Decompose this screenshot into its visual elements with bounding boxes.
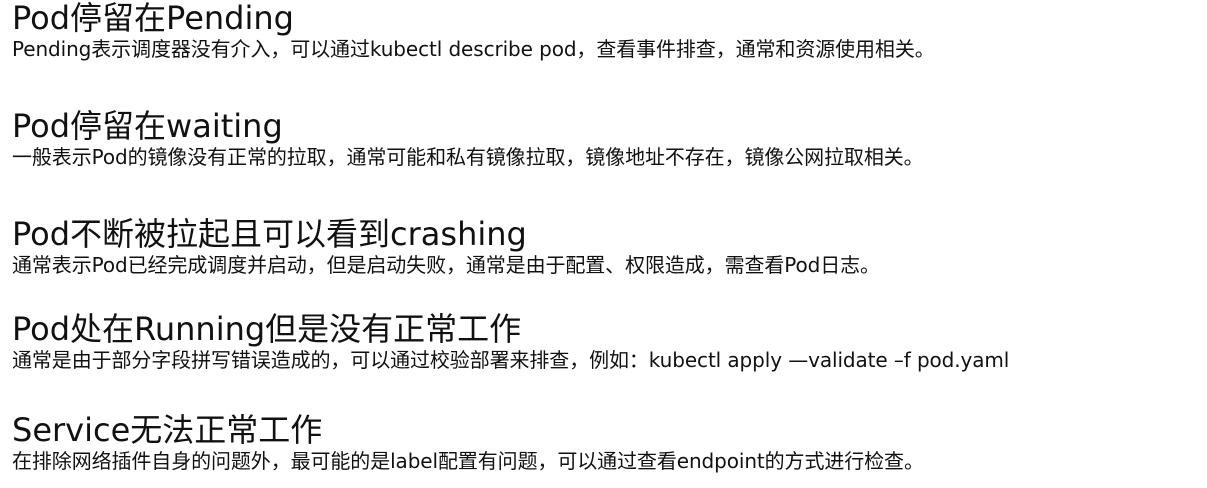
section-heading: Pod停留在Pending [12,0,294,37]
section-text: Pending表示调度器没有介入，可以通过kubectl describe po… [12,37,935,61]
troubleshooting-document: Pod停留在Pending Pending表示调度器没有介入，可以通过kubec… [0,0,1207,488]
section-heading: Pod处在Running但是没有正常工作 [12,310,522,348]
section-text: 在排除网络插件自身的问题外，最可能的是label配置有问题，可以通过查看endp… [12,449,924,473]
section-pod-crashing: Pod不断被拉起且可以看到crashing 通常表示Pod已经完成调度并启动，但… [12,216,1202,278]
section-service-not-working: Service无法正常工作 在排除网络插件自身的问题外，最可能的是label配置… [12,412,1202,474]
section-text: 通常表示Pod已经完成调度并启动，但是启动失败，通常是由于配置、权限造成，需查看… [12,253,880,277]
section-pod-running-not-working: Pod处在Running但是没有正常工作 通常是由于部分字段拼写错误造成的，可以… [12,311,1202,373]
section-text: 一般表示Pod的镜像没有正常的拉取，通常可能和私有镜像拉取，镜像地址不存在，镜像… [12,145,924,169]
section-text: 通常是由于部分字段拼写错误造成的，可以通过校验部署来排查，例如：kubectl … [12,348,1010,372]
section-heading: Pod不断被拉起且可以看到crashing [12,215,527,253]
section-heading: Pod停留在waiting [12,107,283,145]
section-heading: Service无法正常工作 [12,411,323,449]
section-pod-waiting: Pod停留在waiting 一般表示Pod的镜像没有正常的拉取，通常可能和私有镜… [12,108,1202,170]
section-pod-pending: Pod停留在Pending Pending表示调度器没有介入，可以通过kubec… [12,0,1202,62]
